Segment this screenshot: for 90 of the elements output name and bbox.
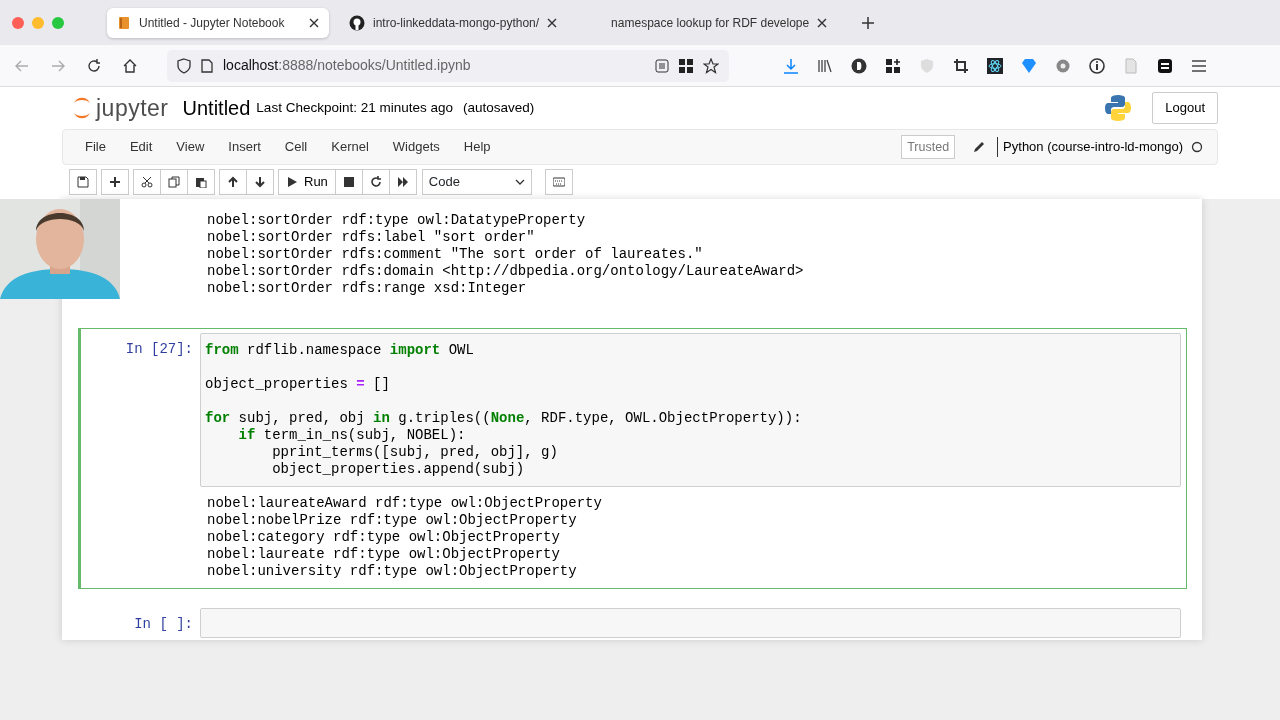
output-line: nobel:sortOrder rdfs:domain <http://dbpedia.org/ontology/LaureateAward> [207, 263, 805, 280]
close-icon[interactable] [817, 17, 828, 28]
fast-forward-button[interactable] [388, 169, 417, 195]
paste-button[interactable] [187, 169, 215, 195]
autosave-status: (autosaved) [463, 98, 535, 117]
browser-tab[interactable]: Untitled - Jupyter Notebook [107, 7, 329, 38]
code-input[interactable] [200, 608, 1181, 638]
fast-forward-icon [396, 176, 409, 188]
logout-button[interactable]: Logout [1152, 92, 1218, 124]
run-button[interactable]: Run [278, 169, 336, 195]
menu-item[interactable]: Cell [284, 137, 308, 157]
output-line: nobel:laureateAward rdf:type owl:ObjectProperty [207, 495, 603, 512]
info-icon[interactable] [1089, 57, 1105, 74]
checkpoint-text: Last Checkpoint: 21 minutes ago [256, 98, 453, 117]
close-icon[interactable] [309, 17, 319, 28]
output-line: nobel:sortOrder rdfs:range xsd:Integer [207, 280, 528, 297]
download-icon[interactable] [783, 57, 799, 74]
output-line: nobel:sortOrder rdfs:label "sort order" [207, 229, 536, 246]
library-icon[interactable] [817, 57, 833, 74]
arrow-up-button[interactable] [219, 169, 247, 195]
trusted-indicator[interactable]: Trusted [901, 134, 956, 160]
arrow-up-icon [227, 176, 239, 188]
notebook-cell[interactable]: In [ ]: [78, 603, 1187, 643]
output-line: nobel:sortOrder rdf:type owl:DatatypeProperty [207, 212, 587, 229]
cell-type-select[interactable]: Code [421, 169, 532, 195]
notebook-title[interactable]: Untitled [182, 93, 251, 123]
reader-icon[interactable] [655, 58, 669, 73]
menu-item[interactable]: File [85, 137, 106, 157]
arrow-down-button[interactable] [246, 169, 274, 195]
cell-prompt: In [ ]: [133, 615, 194, 634]
keyboard-icon [552, 176, 565, 188]
browser-tab[interactable]: intro-linkeddata-mongo-python/ [339, 7, 568, 38]
scissors-icon [141, 176, 153, 188]
arrow-down-icon [254, 176, 266, 188]
home-icon[interactable] [123, 58, 137, 73]
menu-item[interactable]: Edit [129, 137, 153, 157]
copy-icon [168, 176, 180, 188]
stop-icon [342, 176, 355, 188]
restart-icon [369, 176, 382, 188]
caret-icon [514, 179, 525, 185]
shield-icon[interactable] [177, 57, 191, 74]
kernel-name[interactable]: Python (course-intro-ld-mongo) [997, 137, 1183, 157]
menu-item[interactable]: Kernel [331, 137, 369, 157]
new-tab-icon[interactable] [861, 15, 876, 30]
cell-prompt: In [27]: [124, 340, 194, 359]
jupyter-logo[interactable]: jupyter [72, 90, 169, 126]
output-line: nobel:nobelPrize rdf:type owl:ObjectProperty [207, 512, 578, 529]
stop-button[interactable] [334, 169, 363, 195]
pencil-icon[interactable] [973, 141, 986, 153]
close-icon[interactable] [547, 17, 558, 28]
grid-plus-icon[interactable] [885, 57, 901, 74]
grid-icon[interactable] [679, 58, 693, 73]
scissors-button[interactable] [133, 169, 161, 195]
output-line: nobel:university rdf:type owl:ObjectProperty [207, 563, 578, 580]
output-line: nobel:sortOrder rdfs:comment "The sort order of laureates." [207, 246, 704, 263]
menu-item[interactable]: Widgets [392, 137, 440, 157]
code-input[interactable] [200, 333, 1181, 487]
paste-icon [195, 176, 207, 188]
output-line: nobel:laureate rdf:type owl:ObjectProperty [207, 546, 561, 563]
orbit-icon [72, 95, 92, 121]
diamond-icon[interactable] [1021, 57, 1037, 74]
menu-icon[interactable] [1191, 57, 1207, 74]
save-button[interactable] [69, 169, 97, 195]
book-icon [117, 15, 131, 30]
code-line: pprint_terms([subj, pred, obj], g) [271, 444, 559, 461]
output-line: nobel:category rdf:type owl:ObjectProperty [207, 529, 561, 546]
atom-icon[interactable] [987, 57, 1003, 74]
code-line: object_properties.append(subj) [271, 461, 526, 478]
browser-tab[interactable]: namespace lookup for RDF develope [577, 7, 838, 38]
code-line: from rdflib.namespace import OWL [205, 342, 475, 359]
code-line: object_properties = [] [205, 376, 391, 393]
play-icon [286, 176, 298, 188]
notebook-cell[interactable] [78, 328, 1187, 589]
page-icon[interactable] [201, 58, 213, 73]
plus-button[interactable] [101, 169, 129, 195]
server-icon[interactable] [1157, 57, 1173, 74]
save-icon [77, 176, 89, 188]
code-line: if term_in_ns(subj, NOBEL): [237, 427, 467, 444]
menu-item[interactable]: View [176, 137, 205, 157]
reload-icon[interactable] [87, 58, 101, 73]
menu-item[interactable]: Insert [228, 137, 261, 157]
code-line: for subj, pred, obj in g.triples((None, RDF.type, OWL.ObjectProperty)): [205, 410, 803, 427]
crop-icon[interactable] [953, 57, 969, 74]
restart-button[interactable] [361, 169, 390, 195]
keyboard-button[interactable] [544, 169, 573, 195]
python-logo-icon [1104, 94, 1133, 122]
plus-icon [109, 176, 121, 188]
menu-item[interactable]: Help [463, 137, 491, 157]
star-icon[interactable] [703, 57, 719, 74]
d-circle-icon[interactable] [851, 57, 867, 74]
